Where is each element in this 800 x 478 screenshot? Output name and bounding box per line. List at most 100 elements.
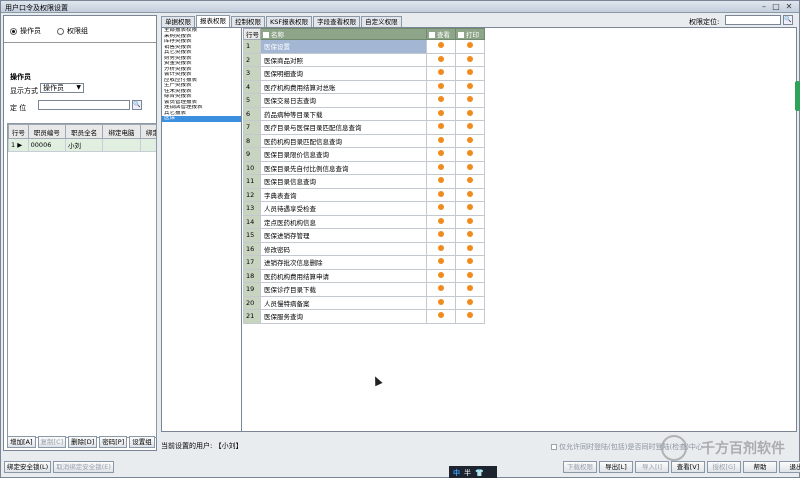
- permission-print-cell[interactable]: [455, 174, 485, 189]
- ime-language[interactable]: 中: [453, 468, 460, 478]
- delete-button[interactable]: 删除[D]: [68, 436, 98, 448]
- permission-view-cell[interactable]: [426, 187, 456, 202]
- locate-input[interactable]: [38, 100, 130, 110]
- table-row[interactable]: 9 医保目录限价信息查询: [243, 147, 485, 162]
- permission-print-cell[interactable]: [455, 268, 485, 283]
- column-header[interactable]: 职员编号: [27, 124, 66, 139]
- permission-view-cell[interactable]: [426, 160, 456, 175]
- permission-view-cell[interactable]: [426, 39, 456, 54]
- permission-view-cell[interactable]: [426, 93, 456, 108]
- column-header[interactable]: 职员全名: [64, 124, 104, 139]
- table-row[interactable]: 3 医保明细查询: [243, 66, 485, 81]
- permission-print-cell[interactable]: [455, 66, 485, 81]
- permission-print-cell[interactable]: [455, 282, 485, 297]
- permission-print-cell[interactable]: [455, 201, 485, 216]
- table-row[interactable]: 6 药品病种等目录下载: [243, 106, 485, 121]
- mode-radio-group-perm[interactable]: 权限组: [57, 26, 88, 36]
- table-row[interactable]: 17 进销存批次信息删除: [243, 255, 485, 270]
- permission-print-cell[interactable]: [455, 160, 485, 175]
- table-row[interactable]: 15 医保进销存管理: [243, 228, 485, 243]
- permission-view-cell[interactable]: [426, 214, 456, 229]
- permission-print-cell[interactable]: [455, 214, 485, 229]
- permission-print-cell[interactable]: [455, 187, 485, 202]
- search-icon[interactable]: 🔍: [132, 100, 142, 110]
- download-permission-button[interactable]: 下载权限: [563, 461, 597, 473]
- permission-print-cell[interactable]: [455, 120, 485, 135]
- maximize-icon[interactable]: □: [771, 2, 781, 11]
- mode-radio-operator[interactable]: 操作员: [10, 26, 41, 36]
- column-header-print[interactable]: 打印: [455, 28, 485, 40]
- column-header-view[interactable]: 查看: [426, 28, 456, 40]
- tab-control-permission[interactable]: 控制权限: [231, 16, 265, 27]
- permission-print-cell[interactable]: [455, 106, 485, 121]
- permission-view-cell[interactable]: [426, 174, 456, 189]
- permission-locate-input[interactable]: [725, 15, 781, 25]
- permission-view-cell[interactable]: [426, 255, 456, 270]
- permission-print-cell[interactable]: [455, 309, 485, 324]
- column-header-name[interactable]: 名称: [260, 28, 427, 40]
- close-icon[interactable]: ✕: [784, 2, 794, 11]
- permission-view-cell[interactable]: [426, 133, 456, 148]
- authorize-button[interactable]: 授权[G]: [707, 461, 741, 473]
- tab-ksf-report-permission[interactable]: KSF报表权限: [266, 16, 313, 27]
- import-button[interactable]: 导入[I]: [635, 461, 669, 473]
- table-row[interactable]: 1 ▶ 00006 小刘: [8, 138, 156, 152]
- permission-view-cell[interactable]: [426, 52, 456, 67]
- permission-print-cell[interactable]: [455, 255, 485, 270]
- permission-view-cell[interactable]: [426, 201, 456, 216]
- table-row[interactable]: 12 字典表查询: [243, 187, 485, 202]
- permission-print-cell[interactable]: [455, 228, 485, 243]
- table-row[interactable]: 21 医保服务查询: [243, 309, 485, 324]
- set-group-button[interactable]: 设置组: [129, 436, 155, 448]
- permission-view-cell[interactable]: [426, 66, 456, 81]
- permission-view-cell[interactable]: [426, 120, 456, 135]
- column-header[interactable]: 绑定安全: [139, 124, 156, 139]
- column-header[interactable]: 行号: [8, 124, 29, 139]
- view-button[interactable]: 查看[V]: [671, 461, 705, 473]
- side-handle[interactable]: [795, 81, 800, 111]
- tab-custom-permission[interactable]: 自定义权限: [361, 16, 402, 27]
- table-row[interactable]: 16 修改密码: [243, 241, 485, 256]
- permission-print-cell[interactable]: [455, 52, 485, 67]
- search-icon[interactable]: 🔍: [783, 15, 793, 25]
- tab-bill-permission[interactable]: 单据权限: [161, 16, 195, 27]
- column-header[interactable]: 行号: [243, 28, 261, 40]
- add-button[interactable]: 增加[A]: [7, 436, 36, 448]
- tab-field-view-permission[interactable]: 字段查看权限: [313, 16, 361, 27]
- permission-print-cell[interactable]: [455, 295, 485, 310]
- unbind-lock-button[interactable]: 取消绑定安全锁(E): [53, 461, 114, 473]
- export-button[interactable]: 导出[L]: [599, 461, 633, 473]
- permission-view-cell[interactable]: [426, 282, 456, 297]
- ime-toolbar[interactable]: 中 半 👕: [449, 466, 497, 478]
- table-row[interactable]: 1 医保设置: [243, 39, 485, 54]
- list-item-selected[interactable]: 医保: [162, 116, 241, 122]
- shirt-icon[interactable]: 👕: [475, 469, 484, 477]
- bind-lock-button[interactable]: 绑定安全锁(L): [4, 461, 52, 473]
- permission-print-cell[interactable]: [455, 93, 485, 108]
- permission-view-cell[interactable]: [426, 79, 456, 94]
- permission-print-cell[interactable]: [455, 147, 485, 162]
- permission-print-cell[interactable]: [455, 241, 485, 256]
- table-row[interactable]: 11 医保目录信息查询: [243, 174, 485, 189]
- permission-print-cell[interactable]: [455, 79, 485, 94]
- table-row[interactable]: 19 医保诊疗目录下载: [243, 282, 485, 297]
- display-mode-select[interactable]: 操作员 ▼: [40, 83, 84, 93]
- column-header[interactable]: 绑定电脑: [102, 124, 141, 139]
- tab-report-permission[interactable]: 报表权限: [196, 15, 230, 27]
- ime-mode[interactable]: 半: [464, 468, 471, 478]
- table-row[interactable]: 2 医保商品对照: [243, 52, 485, 67]
- exit-button[interactable]: 退出: [779, 461, 800, 473]
- permission-view-cell[interactable]: [426, 147, 456, 162]
- table-row[interactable]: 20 人员慢特病备案: [243, 295, 485, 310]
- table-row[interactable]: 13 人员待遇享受检查: [243, 201, 485, 216]
- table-row[interactable]: 18 医药机构费用结算申请: [243, 268, 485, 283]
- table-row[interactable]: 7 医疗目录与医保目录匹配信息查询: [243, 120, 485, 135]
- copy-button[interactable]: 复制[C]: [37, 436, 67, 448]
- table-row[interactable]: 4 医疗机构费用结算对总账: [243, 79, 485, 94]
- table-row[interactable]: 14 定点医药机构信息: [243, 214, 485, 229]
- help-button[interactable]: 帮助: [743, 461, 777, 473]
- minimize-icon[interactable]: –: [759, 2, 769, 11]
- permission-view-cell[interactable]: [426, 309, 456, 324]
- permission-view-cell[interactable]: [426, 268, 456, 283]
- permission-view-cell[interactable]: [426, 241, 456, 256]
